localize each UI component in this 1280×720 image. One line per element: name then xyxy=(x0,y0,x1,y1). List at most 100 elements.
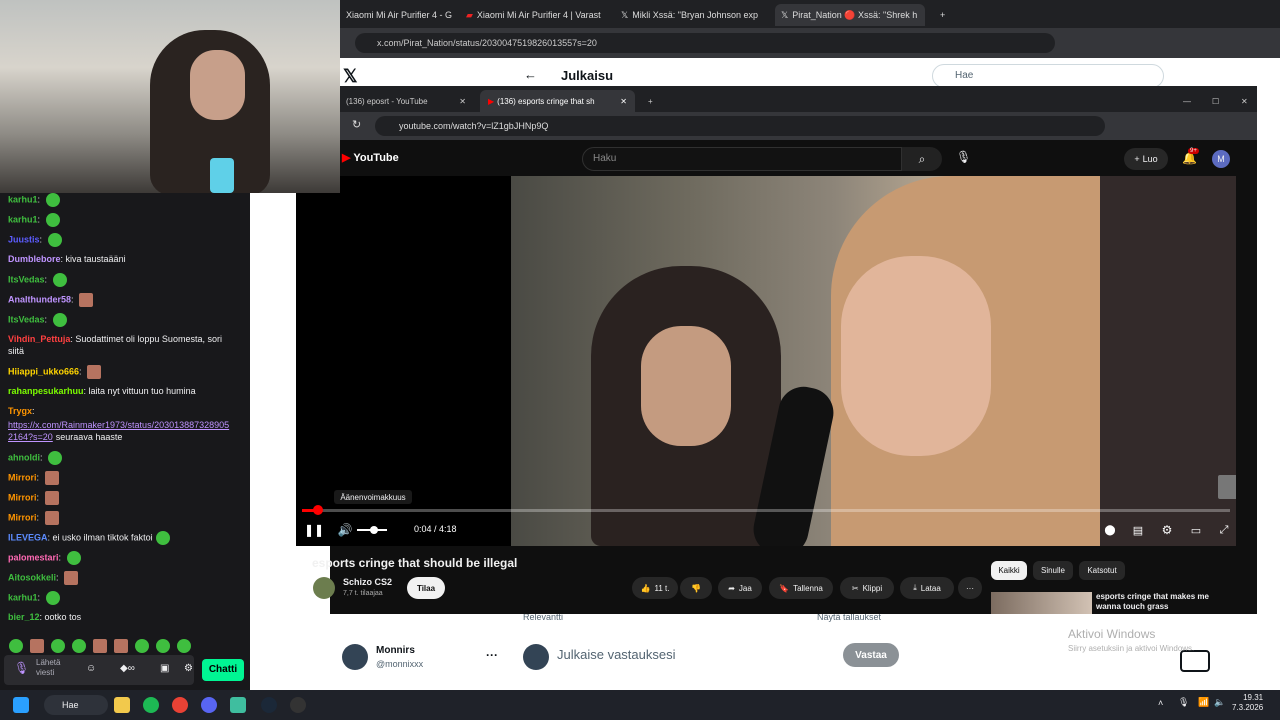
chat-username[interactable]: karhu1 xyxy=(8,592,38,602)
tab-google-purifier[interactable]: Xiaomi Mi Air Purifier 4 - Goog xyxy=(340,4,452,26)
emote-icon[interactable] xyxy=(44,511,59,525)
emote-icon[interactable] xyxy=(9,639,23,653)
recommended-thumbnail[interactable] xyxy=(991,592,1092,614)
reload-icon[interactable]: ↻ xyxy=(352,118,361,131)
tab-esports-cringe[interactable]: ▶ (136) esports cringe that sh ✕ xyxy=(480,90,635,112)
taskbar-search[interactable]: Hae xyxy=(44,695,108,715)
chat-username[interactable]: Juustis xyxy=(8,234,40,244)
subscribe-button[interactable]: Tilaa xyxy=(407,577,445,599)
miniplayer-icon[interactable]: ▭ xyxy=(1188,522,1204,538)
chat-send-button[interactable]: Chatti xyxy=(202,659,244,681)
emote-icon[interactable] xyxy=(87,365,102,379)
recommended-title[interactable]: esports cringe that makes me wanna touch… xyxy=(1096,592,1216,612)
maximize-icon[interactable]: ☐ xyxy=(1204,90,1227,112)
microphone-icon[interactable]: 🎙 xyxy=(14,662,29,674)
settings-gear-icon[interactable]: ⚙ xyxy=(1159,522,1175,538)
chat-username[interactable]: ahnoldi xyxy=(8,452,40,462)
pause-icon[interactable]: ❚❚ xyxy=(304,522,324,538)
chat-username[interactable]: karhu1 xyxy=(8,194,38,204)
volume-icon[interactable]: 🔊 xyxy=(337,522,353,538)
close-window-icon[interactable]: ✕ xyxy=(1233,90,1256,112)
chat-username[interactable]: bier_12 xyxy=(8,612,40,622)
chat-username[interactable]: palomestari xyxy=(8,552,59,562)
emote-icon[interactable] xyxy=(30,639,44,653)
reply-input[interactable]: Julkaise vastauksesi xyxy=(557,647,676,662)
save-button[interactable]: 🔖 Tallenna xyxy=(769,577,833,599)
chat-username[interactable]: karhu1 xyxy=(8,214,38,224)
emote-icon[interactable] xyxy=(45,591,60,605)
new-tab-button[interactable]: + xyxy=(934,4,951,26)
download-button[interactable]: ⤓ Lataa xyxy=(900,577,954,599)
search-button[interactable]: ⌕ xyxy=(902,147,942,171)
channel-watermark[interactable] xyxy=(1218,475,1236,499)
x-logo-icon[interactable]: 𝕏 xyxy=(343,66,358,87)
emote-icon[interactable] xyxy=(52,273,67,287)
emote-icon[interactable] xyxy=(64,571,79,585)
chat-link[interactable]: https://x.com/Rainmaker1973/status/20301… xyxy=(8,420,229,430)
emote-picker-icon[interactable]: ☺ xyxy=(86,663,96,675)
chat-input[interactable]: 🎙 Lähetä viesti ☺ ◆∞ ▣ ⚙ xyxy=(4,655,194,685)
channel-name[interactable]: Schizo CS2 xyxy=(343,577,392,587)
chat-username[interactable]: Trygx xyxy=(8,406,32,416)
emote-icon[interactable] xyxy=(135,639,149,653)
chip-watched[interactable]: Katsotut xyxy=(1079,561,1125,580)
chip-all[interactable]: Kaikki xyxy=(991,561,1027,580)
avatar[interactable]: M xyxy=(1212,150,1230,168)
chat-username[interactable]: ItsVedas xyxy=(8,314,45,324)
obs-icon[interactable] xyxy=(290,697,306,713)
yt-search-input[interactable]: Haku xyxy=(582,147,902,171)
minimize-icon[interactable]: — xyxy=(1175,90,1199,112)
emote-icon[interactable] xyxy=(44,471,59,485)
file-explorer-icon[interactable] xyxy=(114,697,130,713)
emote-icon[interactable] xyxy=(52,313,67,327)
clip-button[interactable]: ✂ Klippi xyxy=(840,577,894,599)
chat-username[interactable]: ILEVEGA xyxy=(8,532,48,542)
bits-icon[interactable]: ◆∞ xyxy=(120,663,135,675)
progress-bar[interactable] xyxy=(302,509,1230,512)
chat-username[interactable]: Mirrori xyxy=(8,472,37,482)
new-tab-button[interactable]: + xyxy=(640,90,661,112)
channel-avatar[interactable] xyxy=(313,577,335,599)
emote-icon[interactable] xyxy=(156,639,170,653)
subtitles-icon[interactable]: ▤ xyxy=(1130,522,1146,538)
chat-username[interactable]: Mirrori xyxy=(8,492,37,502)
emote-icon[interactable] xyxy=(51,639,65,653)
emote-icon[interactable] xyxy=(48,451,63,465)
chat-username[interactable]: Aitosokkeli xyxy=(8,572,56,582)
chat-username[interactable]: rahanpesukarhuu xyxy=(8,386,84,396)
youtube-logo[interactable]: ▶ YouTube xyxy=(342,151,399,164)
x-url-field[interactable]: x.com/Pirat_Nation/status/20300475198260… xyxy=(355,33,1055,53)
wifi-icon[interactable]: 📶 xyxy=(1198,697,1209,708)
app-icon[interactable] xyxy=(230,697,246,713)
chat-link[interactable]: 2164?s=20 xyxy=(8,432,53,442)
emote-icon[interactable] xyxy=(45,213,60,227)
steam-icon[interactable] xyxy=(261,697,277,713)
progress-scrubber[interactable] xyxy=(313,505,323,515)
more-options-icon[interactable]: ··· xyxy=(486,648,498,662)
emote-icon[interactable] xyxy=(79,293,94,307)
dislike-button[interactable]: 👎 xyxy=(680,577,712,599)
emote-icon[interactable] xyxy=(45,193,60,207)
chat-settings-gear-icon[interactable]: ⚙ xyxy=(184,663,193,675)
close-icon[interactable]: ✕ xyxy=(620,97,627,106)
messages-icon[interactable] xyxy=(1180,650,1210,672)
chat-username[interactable]: Analthunder58 xyxy=(8,294,71,304)
autoplay-toggle-icon[interactable]: ⬤ xyxy=(1100,522,1120,538)
emote-icon[interactable] xyxy=(72,639,86,653)
tab-eposrt-youtube[interactable]: (136) eposrt - YouTube ✕ xyxy=(338,90,474,112)
chip-for-you[interactable]: Sinulle xyxy=(1033,561,1073,580)
microphone-icon[interactable]: 🎙 xyxy=(956,150,971,164)
discord-icon[interactable] xyxy=(201,697,217,713)
emote-icon[interactable] xyxy=(44,491,59,505)
video-player[interactable] xyxy=(296,176,1236,546)
emote-icon[interactable] xyxy=(177,639,191,653)
emote-icon[interactable] xyxy=(155,531,170,545)
share-button[interactable]: ➦ Jaa xyxy=(718,577,762,599)
avatar[interactable] xyxy=(342,644,368,670)
taskbar-clock[interactable]: 19.31 7.3.2026 xyxy=(1232,693,1263,713)
emote-icon[interactable] xyxy=(66,551,81,565)
chat-username[interactable]: Dumblebore xyxy=(8,254,61,264)
chat-username[interactable]: ItsVedas xyxy=(8,274,45,284)
speaker-icon[interactable]: 🔈 xyxy=(1214,697,1225,708)
emote-icon[interactable] xyxy=(93,639,107,653)
